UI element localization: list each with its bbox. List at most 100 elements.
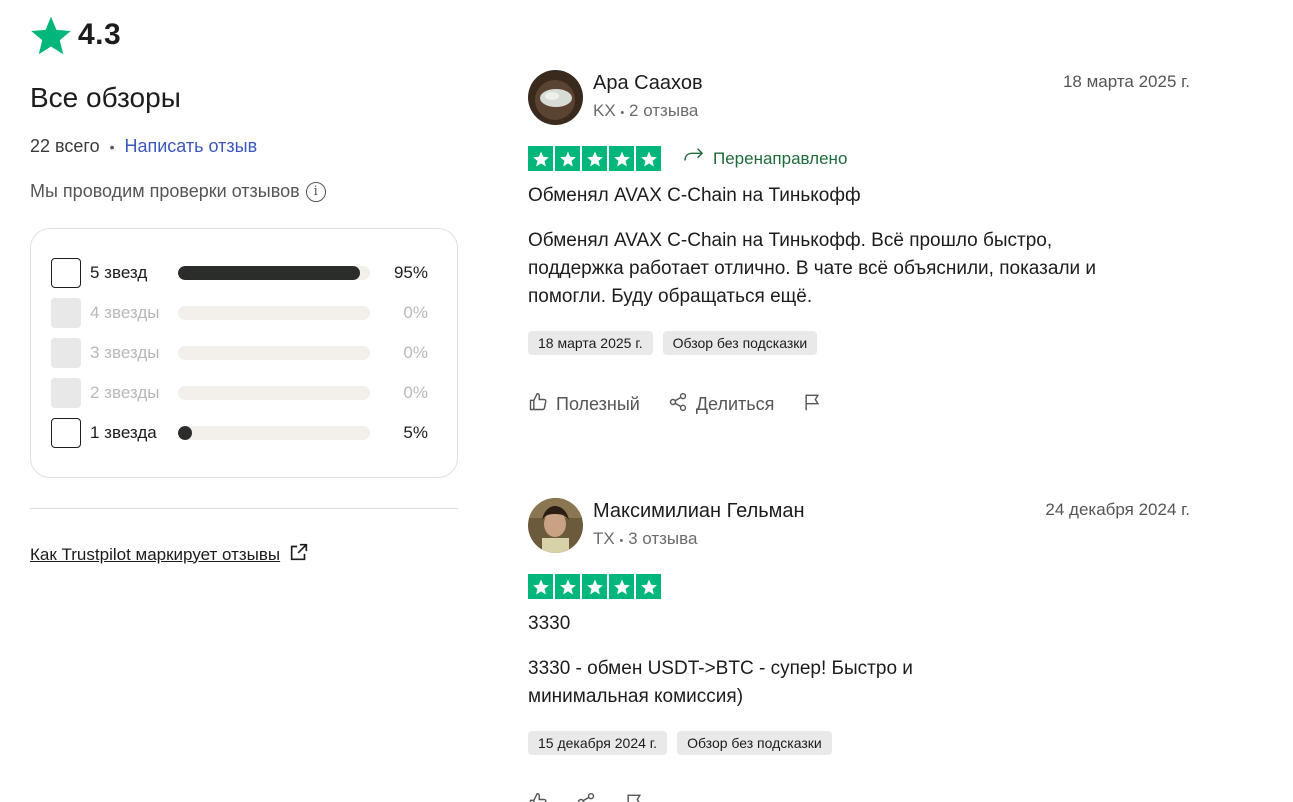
checkbox[interactable] (51, 418, 81, 448)
report-button[interactable] (624, 791, 644, 802)
star-icon (30, 14, 72, 56)
review-tags: 15 декабря 2024 г. Обзор без подсказки (528, 731, 1190, 755)
review-meta: 22 всего • Написать отзыв (30, 136, 458, 157)
redirect-text: Перенаправлено (713, 148, 848, 168)
checkbox (51, 378, 81, 408)
divider (30, 508, 458, 509)
external-link-icon (288, 541, 310, 568)
progress-bar (178, 306, 370, 320)
review-date: 18 марта 2025 г. (1062, 72, 1190, 91)
review-card: Ара Саахов KX • 2 отзыва 18 марта 2025 г… (528, 70, 1190, 418)
info-icon[interactable]: i (305, 181, 326, 202)
useful-label: Полезный (556, 394, 640, 414)
review-checks: Мы проводим проверки отзывов i (30, 181, 458, 202)
write-review-link[interactable]: Написать отзыв (124, 136, 257, 157)
star-icon (555, 146, 580, 171)
progress-fill (178, 426, 192, 440)
review-header: Максимилиан Гельман TX • 3 отзыва 24 дек… (528, 498, 1190, 554)
filter-row-3-stars: 3 звезды 0% (51, 333, 437, 373)
star-icon (528, 146, 553, 171)
share-button[interactable] (576, 792, 596, 802)
star-icon (609, 146, 634, 171)
useful-button[interactable] (528, 792, 548, 802)
review-actions: Полезный Делиться (528, 391, 1190, 418)
author-country: KX (593, 101, 616, 120)
filter-row-1-star[interactable]: 1 звезда 5% (51, 413, 437, 453)
percent-value: 0% (403, 383, 428, 402)
review-body: 3330 - обмен USDT->BTC - супер! Быстро и… (528, 655, 1190, 711)
star-rating (528, 146, 661, 171)
experience-date-tag: 15 декабря 2024 г. (528, 731, 668, 755)
review-date: 24 декабря 2024 г. (1045, 500, 1190, 519)
author-review-count: 2 отзыва (629, 101, 699, 120)
separator-dot: • (620, 107, 625, 119)
rating-score: 4.3 (78, 18, 122, 51)
review-header: Ара Саахов KX • 2 отзыва 18 марта 2025 г… (528, 70, 1190, 126)
author-meta: KX • 2 отзыва (593, 101, 703, 121)
progress-bar (178, 346, 370, 360)
body-line: минимальная комиссия) (528, 686, 744, 707)
star-icon (609, 574, 634, 599)
filter-row-4-stars: 4 звезды 0% (51, 293, 437, 333)
review-actions (528, 791, 1190, 802)
review-body: Обменял AVAX C-Chain на Тинькофф. Всё пр… (528, 227, 1190, 311)
filter-label: 3 звезды (90, 343, 160, 362)
review-card: Максимилиан Гельман TX • 3 отзыва 24 дек… (528, 498, 1190, 802)
filter-row-5-stars[interactable]: 5 звезд 95% (51, 253, 437, 293)
share-icon (576, 792, 596, 802)
star-icon (636, 146, 661, 171)
filter-row-2-stars: 2 звезды 0% (51, 373, 437, 413)
filter-label: 2 звезды (90, 383, 160, 402)
redirect-arrow-icon (683, 147, 705, 170)
separator-dot: • (109, 138, 115, 155)
unprompted-review-tag[interactable]: Обзор без подсказки (662, 331, 818, 355)
star-icon (582, 146, 607, 171)
filter-label: 5 звезд (90, 263, 148, 282)
star-icon (582, 574, 607, 599)
share-icon (668, 392, 688, 417)
percent-value: 5% (403, 423, 428, 442)
star-rating (528, 574, 661, 599)
flag-icon (624, 791, 644, 802)
progress-bar (178, 426, 370, 440)
progress-bar (178, 266, 370, 280)
filter-label: 1 звезда (90, 423, 157, 442)
author-name[interactable]: Максимилиан Гельман (593, 500, 805, 523)
avatar[interactable] (528, 70, 583, 125)
progress-bar (178, 386, 370, 400)
checkbox (51, 338, 81, 368)
useful-button[interactable]: Полезный (528, 392, 640, 417)
star-icon (636, 574, 661, 599)
percent-value: 95% (393, 263, 428, 282)
body-line: 3330 - обмен USDT->BTC - супер! Быстро и (528, 658, 913, 679)
checkbox[interactable] (51, 258, 81, 288)
author-name[interactable]: Ара Саахов (593, 72, 703, 95)
flag-icon (802, 391, 822, 418)
author-review-count: 3 отзыва (628, 529, 698, 548)
author-meta: TX • 3 отзыва (593, 529, 805, 549)
avatar[interactable] (528, 498, 583, 553)
star-distribution: 5 звезд 95% 4 звезды 0% 3 звезды 0% 2 зв… (30, 228, 458, 478)
report-button[interactable] (802, 391, 822, 418)
percent-value: 0% (403, 303, 428, 322)
reviews-summary: Все обзоры 22 всего • Написать отзыв Мы … (30, 80, 458, 568)
link-text: Как Trustpilot маркирует отзывы (30, 544, 281, 564)
percent-value: 0% (403, 343, 428, 362)
section-title: Все обзоры (30, 82, 181, 113)
review-title[interactable]: 3330 (528, 613, 1190, 635)
share-button[interactable]: Делиться (668, 392, 775, 417)
body-line: помогли. Буду обращаться ещё. (528, 286, 813, 307)
review-tags: 18 марта 2025 г. Обзор без подсказки (528, 331, 1190, 355)
filter-label: 4 звезды (90, 303, 160, 322)
progress-fill (178, 266, 361, 280)
review-title[interactable]: Обменял AVAX C-Chain на Тинькофф (528, 185, 1190, 207)
star-icon (528, 574, 553, 599)
author-country: TX (593, 529, 615, 548)
redirected-label[interactable]: Перенаправлено (683, 147, 847, 170)
body-line: Обменял AVAX C-Chain на Тинькофф. Всё пр… (528, 230, 1053, 251)
unprompted-review-tag[interactable]: Обзор без подсказки (677, 731, 832, 755)
how-trustpilot-labels-link[interactable]: Как Trustpilot маркирует отзывы (30, 541, 458, 568)
checks-text: Мы проводим проверки отзывов (30, 181, 300, 201)
share-label: Делиться (695, 394, 775, 414)
star-icon (555, 574, 580, 599)
